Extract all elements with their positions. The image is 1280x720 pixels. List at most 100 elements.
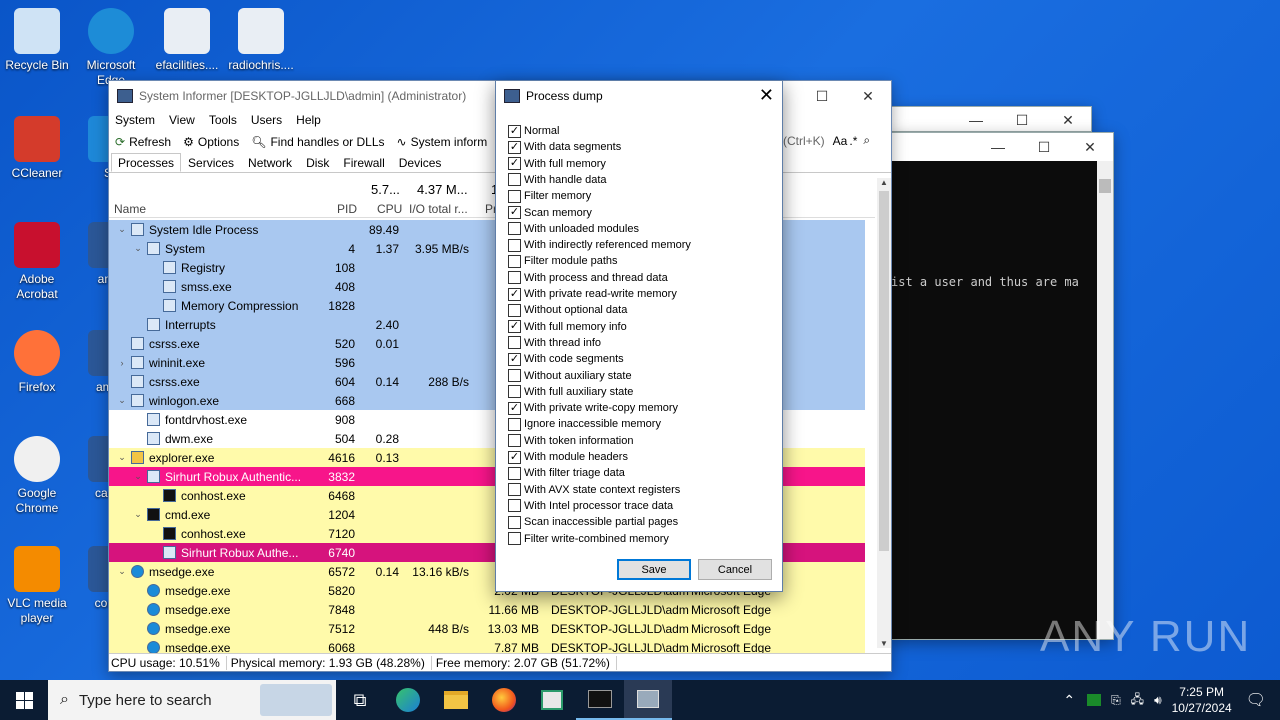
checkbox[interactable] — [508, 254, 521, 268]
dump-option-scan-inaccessible-partial-pages[interactable]: Scan inaccessible partial pages — [508, 514, 678, 530]
process-row[interactable]: msedge.exe 7848 11.66 MB DESKTOP-JGLLJLD\ad… — [109, 600, 865, 619]
regex-icon[interactable]: .* — [849, 134, 857, 148]
maximize-icon[interactable]: ☐ — [799, 81, 845, 111]
console-scrollbar[interactable] — [1097, 161, 1113, 639]
tab-firewall[interactable]: Firewall — [336, 153, 391, 172]
menu-users[interactable]: Users — [251, 113, 282, 129]
checkbox[interactable] — [508, 336, 521, 350]
checkbox[interactable]: ✓ — [508, 450, 521, 464]
dump-option-without-auxiliary-state[interactable]: Without auxiliary state — [508, 368, 632, 384]
tab-devices[interactable]: Devices — [392, 153, 449, 172]
checkbox[interactable] — [508, 515, 521, 529]
minimize-icon[interactable]: — — [953, 107, 999, 133]
collapse-arrow-icon[interactable]: ⌄ — [117, 566, 127, 577]
app-taskbar-icon[interactable] — [528, 680, 576, 720]
file-explorer-icon[interactable] — [432, 680, 480, 720]
menu-help[interactable]: Help — [296, 113, 321, 129]
desktop-icon-efacilities-file[interactable]: efacilities.... — [150, 8, 224, 73]
close-icon[interactable]: ✕ — [845, 81, 891, 111]
vertical-scrollbar[interactable]: ▲ ▼ — [877, 178, 891, 648]
process-dump-dialog[interactable]: Process dump ✕ ✓ Normal ✓ With data segment… — [495, 80, 783, 592]
close-icon[interactable]: ✕ — [1045, 107, 1091, 133]
search-icon[interactable]: ⌕ — [863, 133, 870, 148]
tab-services[interactable]: Services — [181, 153, 241, 172]
checkbox[interactable]: ✓ — [508, 124, 521, 138]
dump-option-with-full-memory-info[interactable]: ✓ With full memory info — [508, 319, 627, 335]
desktop-icon-google-chrome[interactable]: Google Chrome — [0, 436, 74, 516]
match-case-button[interactable]: Aa — [833, 134, 848, 148]
col-name[interactable]: Name — [114, 202, 146, 216]
dump-option-ignore-inaccessible-memory[interactable]: Ignore inaccessible memory — [508, 416, 661, 432]
tray-app-icon[interactable] — [1087, 694, 1102, 706]
desktop-icon-radiochris-file[interactable]: radiochris.... — [224, 8, 298, 73]
checkbox[interactable] — [508, 238, 521, 252]
collapse-arrow-icon[interactable]: ⌄ — [117, 452, 127, 463]
maximize-icon[interactable]: ☐ — [999, 107, 1045, 133]
checkbox[interactable] — [508, 434, 521, 448]
checkbox[interactable]: ✓ — [508, 401, 521, 415]
tab-disk[interactable]: Disk — [299, 153, 336, 172]
dump-option-scan-memory[interactable]: ✓ Scan memory — [508, 205, 592, 221]
tray-device-icon[interactable]: ⎘ — [1111, 693, 1121, 708]
checkbox[interactable] — [508, 189, 521, 203]
dump-option-with-process-and-thread-data[interactable]: With process and thread data — [508, 270, 668, 286]
dump-option-with-data-segments[interactable]: ✓ With data segments — [508, 139, 621, 155]
dump-option-with-full-memory[interactable]: ✓ With full memory — [508, 156, 606, 172]
options-button[interactable]: ⚙ Options — [183, 135, 239, 149]
menu-system[interactable]: System — [115, 113, 155, 129]
checkbox[interactable] — [508, 173, 521, 187]
dump-option-with-intel-processor-trace-data[interactable]: With Intel processor trace data — [508, 498, 673, 514]
col-cpu[interactable]: CPU — [377, 202, 402, 216]
background-window[interactable]: — ☐ ✕ — [888, 106, 1092, 132]
checkbox[interactable] — [508, 466, 521, 480]
checkbox[interactable] — [508, 532, 521, 545]
menu-tools[interactable]: Tools — [209, 113, 237, 129]
tab-network[interactable]: Network — [241, 153, 299, 172]
checkbox[interactable]: ✓ — [508, 287, 521, 301]
dump-option-with-full-auxiliary-state[interactable]: With full auxiliary state — [508, 384, 633, 400]
minimize-icon[interactable]: — — [975, 133, 1021, 161]
volume-icon[interactable]: 🔊︎ — [1154, 693, 1162, 708]
find-handles-button[interactable]: 🔍︎ Find handles or DLLs — [251, 135, 384, 149]
desktop-icon-recycle-bin[interactable]: Recycle Bin — [0, 8, 74, 73]
dump-option-with-indirectly-referenced-memory[interactable]: With indirectly referenced memory — [508, 237, 691, 253]
task-view-button[interactable]: ⧉ — [336, 680, 384, 720]
dump-option-normal[interactable]: ✓ Normal — [508, 123, 559, 139]
dump-option-with-thread-info[interactable]: With thread info — [508, 335, 601, 351]
collapse-arrow-icon[interactable]: ⌄ — [133, 509, 143, 520]
collapse-arrow-icon[interactable]: ⌄ — [117, 395, 127, 406]
col-io[interactable]: I/O total r... — [409, 202, 468, 216]
checkbox[interactable] — [508, 417, 521, 431]
edge-taskbar-icon[interactable] — [384, 680, 432, 720]
collapse-arrow-icon[interactable]: ⌄ — [117, 224, 127, 235]
checkbox[interactable]: ✓ — [508, 157, 521, 171]
network-icon[interactable]: 🖧︎ — [1131, 690, 1144, 711]
process-row[interactable]: msedge.exe 7512 448 B/s 13.03 MB DESKTOP-JGL… — [109, 619, 865, 638]
expand-arrow-icon[interactable]: › — [117, 358, 127, 368]
clock[interactable]: 7:25 PM 10/27/2024 — [1172, 684, 1232, 716]
checkbox[interactable] — [508, 385, 521, 399]
maximize-icon[interactable]: ☐ — [1021, 133, 1067, 161]
desktop-icon-firefox[interactable]: Firefox — [0, 330, 74, 395]
dump-option-with-avx-state-context-registers[interactable]: With AVX state context registers — [508, 482, 680, 498]
checkbox[interactable]: ✓ — [508, 140, 521, 154]
dump-option-with-handle-data[interactable]: With handle data — [508, 172, 607, 188]
desktop-icon-vlc-media-player[interactable]: VLC media player — [0, 546, 74, 626]
close-icon[interactable]: ✕ — [759, 85, 774, 106]
cancel-button[interactable]: Cancel — [698, 559, 772, 580]
process-row[interactable]: msedge.exe 6068 7.87 MB DESKTOP-JGLLJLD\adm… — [109, 638, 865, 653]
checkbox[interactable] — [508, 222, 521, 236]
checkbox[interactable] — [508, 303, 521, 317]
dump-option-with-private-read-write-memory[interactable]: ✓ With private read-write memory — [508, 286, 677, 302]
collapse-arrow-icon[interactable]: ⌄ — [133, 471, 143, 482]
save-button[interactable]: Save — [617, 559, 691, 580]
checkbox[interactable]: ✓ — [508, 206, 521, 219]
taskbar-search[interactable]: ⌕ Type here to search — [48, 680, 336, 720]
checkbox[interactable] — [508, 271, 521, 285]
dump-option-with-unloaded-modules[interactable]: With unloaded modules — [508, 221, 639, 237]
dump-option-filter-memory[interactable]: Filter memory — [508, 188, 591, 204]
desktop-icon-microsoft-edge[interactable]: Microsoft Edge — [74, 8, 148, 88]
system-informer-taskbar-icon[interactable] — [624, 680, 672, 720]
cmd-taskbar-icon[interactable] — [576, 680, 624, 720]
console-window[interactable]: — ☐ ✕ ist a user and thus are ma — [888, 132, 1114, 640]
